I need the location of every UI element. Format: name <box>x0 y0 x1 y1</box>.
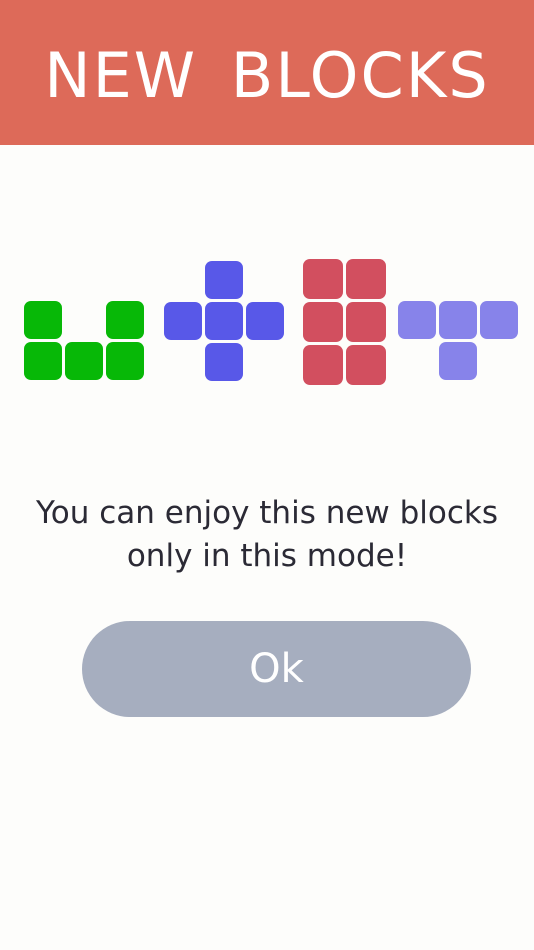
block-cell <box>439 342 477 380</box>
blue-plus-block <box>164 261 285 382</box>
block-cell <box>24 342 62 380</box>
block-cell <box>398 301 436 339</box>
block-cell <box>303 259 343 299</box>
purple-t-block <box>398 301 519 381</box>
header-banner: NEW BLOCKS <box>0 0 534 145</box>
red-rect-block <box>303 259 388 386</box>
block-cell <box>205 302 243 340</box>
block-cell <box>205 343 243 381</box>
block-cell <box>106 342 144 380</box>
message-line-1: You can enjoy this new blocks <box>35 495 499 531</box>
block-cell <box>439 301 477 339</box>
ok-button-label: Ok <box>249 646 304 692</box>
block-cell <box>346 345 386 385</box>
block-cell <box>303 302 343 342</box>
block-cell <box>65 342 103 380</box>
block-cell <box>346 302 386 342</box>
block-cell <box>303 345 343 385</box>
block-cell <box>24 301 62 339</box>
page-title: NEW BLOCKS <box>44 39 490 112</box>
ok-button[interactable]: Ok <box>82 621 471 717</box>
block-cell <box>480 301 518 339</box>
message-line-2: only in this mode! <box>126 538 408 574</box>
green-u-block <box>24 301 145 381</box>
block-cell <box>346 259 386 299</box>
block-cell <box>205 261 243 299</box>
block-cell <box>106 301 144 339</box>
block-cell <box>246 302 284 340</box>
info-message: You can enjoy this new blocks only in th… <box>0 492 534 578</box>
block-cell <box>164 302 202 340</box>
